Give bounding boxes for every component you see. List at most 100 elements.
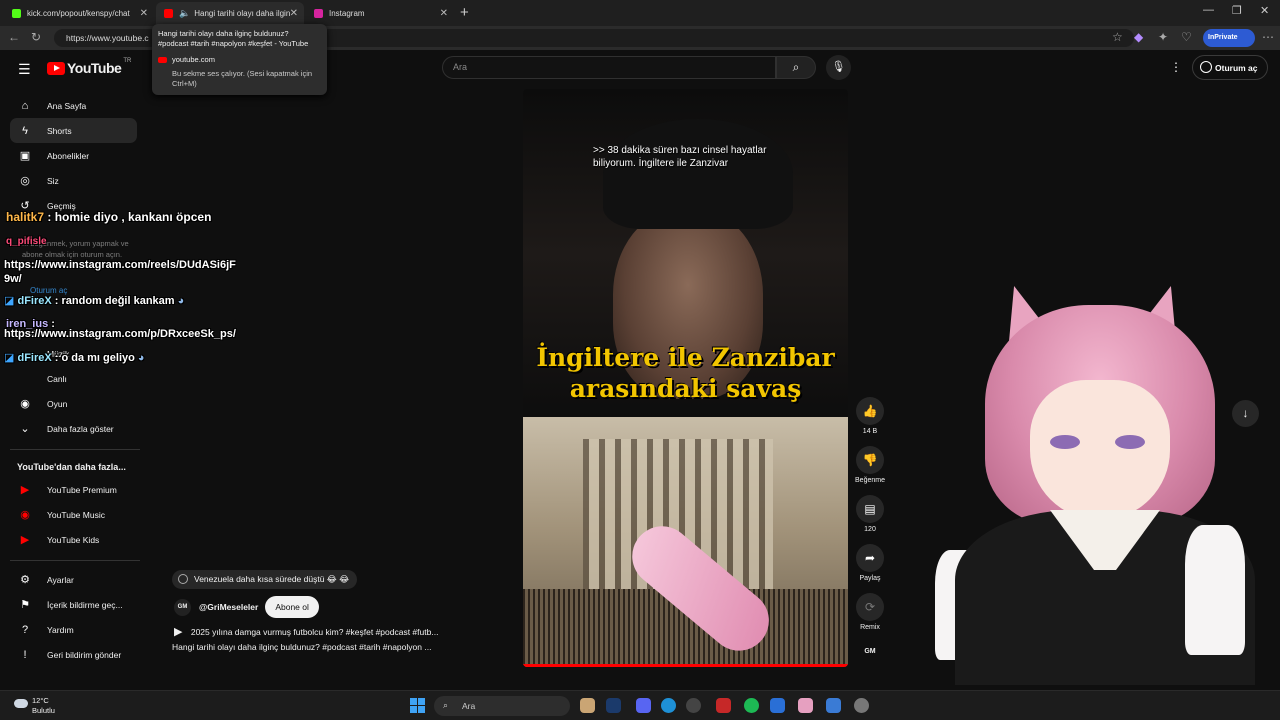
like-button[interactable]: 👍 14 B: [856, 397, 884, 435]
close-window-button[interactable]: ✕: [1260, 4, 1269, 17]
close-tab-icon[interactable]: ✕: [290, 8, 298, 19]
sidebar-divider: [10, 449, 140, 450]
chat-message: q_pifisle: [6, 236, 47, 247]
video-title-overlay: İngiltere ile Zanzibar arasındaki savaş: [523, 342, 848, 404]
reload-button[interactable]: ↻: [31, 30, 41, 44]
video-progress-bar[interactable]: [523, 664, 848, 667]
chat-username: dFireX: [17, 295, 52, 307]
steam-icon[interactable]: [606, 698, 621, 713]
menu-icon[interactable]: ☰: [18, 61, 31, 78]
channel-avatar[interactable]: GM: [174, 598, 191, 616]
taskbar-app-icon[interactable]: [826, 698, 841, 713]
share-button[interactable]: ➦ Paylaş: [856, 544, 884, 582]
youtube-play-icon: [47, 61, 65, 75]
video-description[interactable]: Hangi tarihi olayı daha ilginç buldunuz?…: [172, 642, 431, 652]
more-options-icon[interactable]: ⋮: [1170, 60, 1182, 74]
taskbar-app-icon[interactable]: [770, 698, 785, 713]
extensions-puzzle-icon[interactable]: ✦: [1158, 30, 1168, 44]
sidebar-item-subscriptions[interactable]: ▣ Abonelikler: [10, 143, 137, 168]
taskbar-search[interactable]: ⌕ Ara: [434, 696, 570, 716]
remix-button[interactable]: ⟳ Remix: [856, 593, 884, 631]
chat-message: ◪ dFireX : o da mı geliyo ◕: [4, 351, 145, 364]
sidebar-item-label: Oyun: [47, 398, 68, 409]
minimize-button[interactable]: —: [1203, 4, 1214, 16]
tab-kick-chat[interactable]: kick.com/popout/kenspy/chat ✕: [4, 2, 154, 24]
chat-text: : homie diyo , kankanı öpcen: [47, 210, 212, 224]
speaker-icon[interactable]: 🔈: [179, 8, 190, 19]
chat-message: ◪ dFireX : random değil kankam ◕: [4, 294, 184, 307]
sidebar-item-label: Yardım: [47, 624, 74, 635]
edge-icon[interactable]: [661, 698, 676, 713]
sidebar-item-gaming[interactable]: ◉ Oyun: [10, 391, 137, 416]
sidebar-item-home[interactable]: ⌂ Ana Sayfa: [10, 93, 137, 118]
video-title-line: arasındaki savaş: [569, 374, 802, 403]
channel-name[interactable]: @GriMeseleler: [199, 602, 258, 612]
avatar-eye: [1050, 435, 1080, 449]
taskbar-app-icon[interactable]: [580, 698, 595, 713]
sidebar-item-label: YouTube Kids: [47, 534, 100, 545]
browser-menu-icon[interactable]: ⋯: [1262, 30, 1274, 44]
sidebar-item-settings[interactable]: ⚙ Ayarlar: [10, 567, 137, 592]
inprivate-badge[interactable]: InPrivate: [1203, 29, 1255, 47]
sidebar-item-shorts[interactable]: ϟ Shorts: [10, 118, 137, 143]
flag-icon: ⚑: [20, 599, 30, 611]
extension-icon[interactable]: ◆: [1134, 30, 1143, 44]
tab-title: Hangi tarihi olayı daha ilginç: [194, 8, 291, 18]
weather-widget[interactable]: 12°C Bulutlu: [14, 696, 55, 716]
sidebar-item-label: Geri bildirim gönder: [47, 649, 122, 660]
search-input[interactable]: Ara: [442, 56, 776, 79]
channel-avatar-small[interactable]: GM: [856, 648, 884, 655]
taskbar-app-icon[interactable]: [716, 698, 731, 713]
sidebar-item-help[interactable]: ? Yardım: [10, 617, 137, 642]
subscribe-button[interactable]: Abone ol: [265, 596, 319, 618]
sidebar-item-label: Abonelikler: [47, 150, 90, 161]
browser-essentials-icon[interactable]: ♡: [1181, 30, 1192, 44]
obs-icon[interactable]: [686, 698, 701, 713]
chat-username: dFireX: [17, 352, 52, 364]
taskbar-app-icon[interactable]: [798, 698, 813, 713]
dislike-button[interactable]: 👎 Beğenme: [855, 446, 885, 484]
sidebar-item-youtube-music[interactable]: ◉ YouTube Music: [10, 502, 137, 527]
sidebar-item-you[interactable]: ◎ Siz: [10, 168, 137, 193]
maximize-button[interactable]: ❐: [1232, 4, 1242, 17]
subscriptions-icon: ▣: [19, 150, 31, 162]
chat-message: 9w/: [4, 273, 22, 285]
sidebar-item-send-feedback[interactable]: ! Geri bildirim gönder: [10, 642, 137, 667]
voice-search-button[interactable]: 🎙: [826, 55, 851, 80]
start-button[interactable]: [410, 698, 425, 713]
sidebar-item-label: Ayarlar: [47, 574, 74, 585]
close-tab-icon[interactable]: ✕: [440, 8, 448, 19]
youtube-kids-icon: ▶: [20, 534, 30, 546]
new-tab-button[interactable]: +: [460, 4, 469, 21]
channel-initials: GM: [864, 648, 876, 655]
chat-text: : o da mı geliyo: [54, 352, 135, 364]
logo-text: YouTube: [67, 60, 122, 76]
signin-button[interactable]: Oturum aç: [1192, 55, 1268, 80]
home-icon: ⌂: [21, 99, 29, 112]
tab-instagram[interactable]: Instagram ✕: [306, 2, 454, 24]
youtube-logo[interactable]: YouTube TR: [47, 58, 131, 76]
back-button[interactable]: ←: [8, 30, 20, 44]
sidebar-item-youtube-kids[interactable]: ▶ YouTube Kids: [10, 527, 137, 552]
video-progress-fill: [523, 664, 848, 667]
settings-icon[interactable]: [854, 698, 869, 713]
sidebar-item-live[interactable]: Canlı: [47, 374, 67, 384]
close-tab-icon[interactable]: ✕: [140, 8, 148, 19]
chat-username: q_pifisle: [6, 236, 47, 247]
remix-icon: ⟳: [856, 593, 884, 621]
youtube-music-icon: ◉: [20, 509, 30, 521]
discord-icon[interactable]: [636, 698, 651, 713]
avatar-eye: [1115, 435, 1145, 449]
favorite-icon[interactable]: ☆: [1112, 30, 1123, 44]
spotify-icon[interactable]: [744, 698, 759, 713]
chat-text: 9w/: [4, 273, 22, 285]
comment-preview-pill[interactable]: Venezuela daha kısa sürede düştü 😂 😂: [172, 570, 358, 589]
sidebar-item-youtube-premium[interactable]: ▶ YouTube Premium: [10, 477, 137, 502]
tooltip-audio-note: Bu sekme ses çalıyor. (Sesi kapatmak içi…: [172, 69, 313, 88]
sidebar-show-more[interactable]: ⌄ Daha fazla göster: [10, 416, 137, 441]
search-button[interactable]: ⌕: [776, 56, 816, 79]
sidebar-item-report-history[interactable]: ⚑ İçerik bildirme geç...: [10, 592, 137, 617]
comments-button[interactable]: ▤ 120: [856, 495, 884, 533]
next-video-link[interactable]: ▶ 2025 yılına damga vurmuş futbolcu kim?…: [174, 625, 438, 638]
tab-youtube[interactable]: 🔈 Hangi tarihi olayı daha ilginç ✕: [156, 2, 304, 24]
